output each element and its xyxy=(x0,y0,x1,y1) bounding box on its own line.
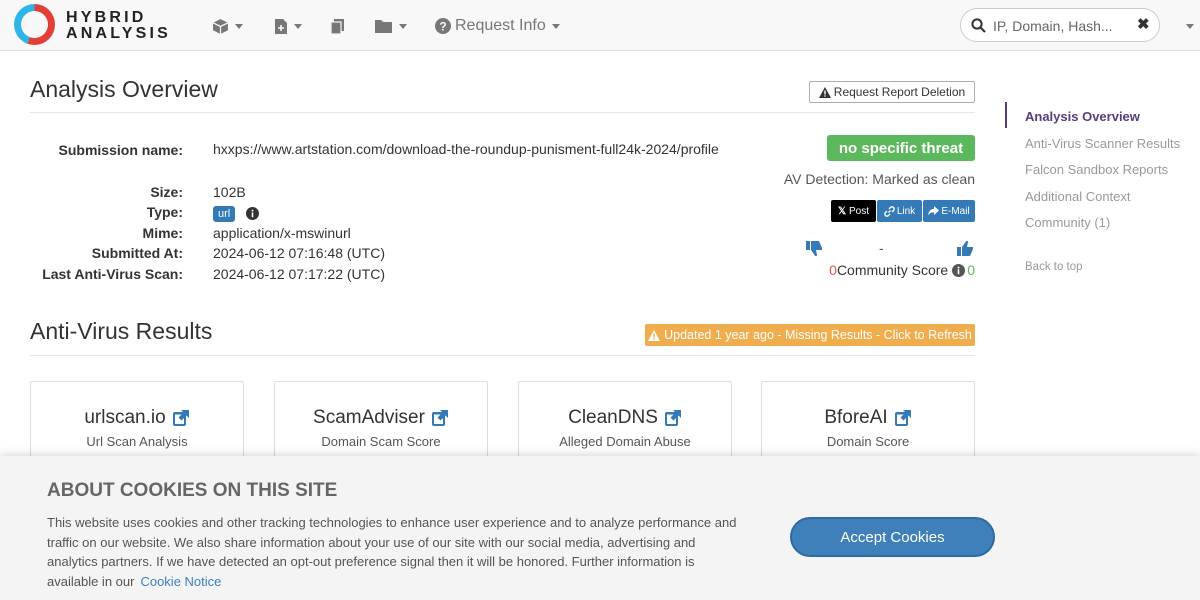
vote-dash: - xyxy=(879,240,884,256)
chevron-down-icon[interactable] xyxy=(1186,24,1194,29)
back-to-top-link[interactable]: Back to top xyxy=(1025,261,1083,273)
size-label: Size: xyxy=(150,184,183,200)
submission-name-label: Submission name: xyxy=(58,142,183,158)
divider xyxy=(30,112,975,113)
cookie-title: ABOUT COOKIES ON THIS SITE xyxy=(47,480,338,501)
av-card-subtitle: Domain Scam Score xyxy=(321,434,441,449)
thumbs-up-icon[interactable] xyxy=(957,240,974,257)
nav-cube-dropdown[interactable] xyxy=(212,14,243,38)
share-link-button[interactable]: Link xyxy=(877,200,922,222)
sidebar-item-analysis-overview[interactable]: Analysis Overview xyxy=(1025,109,1140,124)
external-link-icon[interactable] xyxy=(172,409,190,427)
cookie-notice-link[interactable]: Cookie Notice xyxy=(140,574,221,589)
x-logo-icon: 𝕏 xyxy=(837,205,847,217)
av-card-title: ScamAdviser xyxy=(313,407,425,428)
link-icon xyxy=(884,205,895,217)
share-post-button[interactable]: 𝕏 Post xyxy=(831,200,876,222)
search-icon xyxy=(971,18,986,33)
logo-line-1: HYBRID xyxy=(66,9,147,26)
cookie-text: This website uses cookies and other trac… xyxy=(47,513,747,591)
chevron-down-icon xyxy=(294,23,302,29)
submission-name-value: hxxps://www.artstation.com/download-the-… xyxy=(213,141,719,157)
type-value: url xyxy=(213,204,260,222)
av-card-subtitle: Domain Score xyxy=(826,434,910,449)
share-link-label: Link xyxy=(896,205,916,217)
logo-line-2: ANALYSIS xyxy=(66,25,172,42)
nav-folder-dropdown[interactable] xyxy=(374,14,407,38)
svg-text:?: ? xyxy=(439,20,446,34)
chevron-down-icon xyxy=(399,23,407,29)
av-card-subtitle: Url Scan Analysis xyxy=(86,434,188,449)
logo-ring-icon xyxy=(14,4,55,45)
cube-icon xyxy=(212,18,229,34)
sidebar-item-additional-context[interactable]: Additional Context xyxy=(1025,189,1131,204)
close-icon[interactable]: ✖ xyxy=(1137,17,1150,32)
nav-request-info-dropdown[interactable]: ? Request Info xyxy=(435,14,560,38)
type-label: Type: xyxy=(146,204,183,220)
share-email-button[interactable]: E-Mail xyxy=(923,200,975,222)
file-plus-icon xyxy=(275,18,287,34)
nav-file-dropdown[interactable] xyxy=(274,14,302,38)
community-score-label: Community Score xyxy=(836,262,949,278)
deletion-label: Request Report Deletion xyxy=(833,85,966,99)
hybrid-analysis-logo[interactable]: HYBRID ANALYSIS xyxy=(14,4,184,46)
verdict-badge: no specific threat xyxy=(827,135,975,161)
refresh-label: Updated 1 year ago - Missing Results - C… xyxy=(664,328,972,342)
refresh-results-button[interactable]: Updated 1 year ago - Missing Results - C… xyxy=(645,324,975,346)
submitted-at-label: Submitted At: xyxy=(91,245,183,261)
external-link-icon[interactable] xyxy=(664,409,682,427)
accept-cookies-button[interactable]: Accept Cookies xyxy=(790,517,995,557)
external-link-icon[interactable] xyxy=(431,409,449,427)
warning-icon xyxy=(818,86,831,98)
logo-text: HYBRID ANALYSIS xyxy=(66,10,171,42)
thumbs-down-icon[interactable] xyxy=(806,240,823,257)
size-value: 102B xyxy=(213,184,246,200)
share-post-label: Post xyxy=(849,205,870,217)
nav-copy-button[interactable] xyxy=(330,14,346,38)
sidebar-item-community[interactable]: Community (1) xyxy=(1025,215,1110,230)
analysis-overview-title: Analysis Overview xyxy=(30,76,218,102)
mime-label: Mime: xyxy=(142,225,183,241)
info-icon[interactable] xyxy=(246,206,260,220)
divider xyxy=(30,355,975,356)
folder-icon xyxy=(375,20,392,33)
av-card-title: urlscan.io xyxy=(84,407,166,428)
anti-virus-results-title: Anti-Virus Results xyxy=(30,318,213,344)
request-info-label: Request Info xyxy=(455,17,546,34)
community-negative-count: 0 xyxy=(829,262,837,278)
community-score-row: 0 Community Score 0 xyxy=(829,262,975,278)
av-detection-text: AV Detection: Marked as clean xyxy=(783,171,975,187)
question-circle-icon: ? xyxy=(435,18,451,34)
av-card-title: CleanDNS xyxy=(568,407,658,428)
chevron-down-icon xyxy=(551,23,560,29)
share-email-label: E-Mail xyxy=(941,205,970,217)
share-icon xyxy=(928,206,940,216)
chevron-down-icon xyxy=(235,23,243,29)
cookie-banner: ABOUT COOKIES ON THIS SITE This website … xyxy=(0,456,1200,600)
top-navbar: HYBRID ANALYSIS ? Request Info ✖ xyxy=(0,0,1200,51)
search-input[interactable] xyxy=(993,15,1133,37)
warning-icon xyxy=(648,329,661,341)
last-av-scan-value: 2024-06-12 07:17:22 (UTC) xyxy=(213,266,385,282)
type-badge: url xyxy=(213,206,236,222)
submitted-at-value: 2024-06-12 07:16:48 (UTC) xyxy=(213,245,385,261)
request-report-deletion-button[interactable]: Request Report Deletion xyxy=(809,81,975,103)
external-link-icon[interactable] xyxy=(894,409,912,427)
info-icon[interactable] xyxy=(952,263,966,277)
last-av-scan-label: Last Anti-Virus Scan: xyxy=(42,266,183,282)
copy-icon xyxy=(330,18,344,35)
av-card-title: BforeAI xyxy=(824,407,888,428)
search-box: ✖ xyxy=(960,8,1160,42)
community-positive-count: 0 xyxy=(967,262,975,278)
av-card-subtitle: Alleged Domain Abuse xyxy=(559,434,691,449)
sidebar-item-anti-virus-scanner-results[interactable]: Anti-Virus Scanner Results xyxy=(1025,136,1180,151)
mime-value: application/x-mswinurl xyxy=(213,225,351,241)
sidebar-item-falcon-sandbox-reports[interactable]: Falcon Sandbox Reports xyxy=(1025,162,1168,177)
